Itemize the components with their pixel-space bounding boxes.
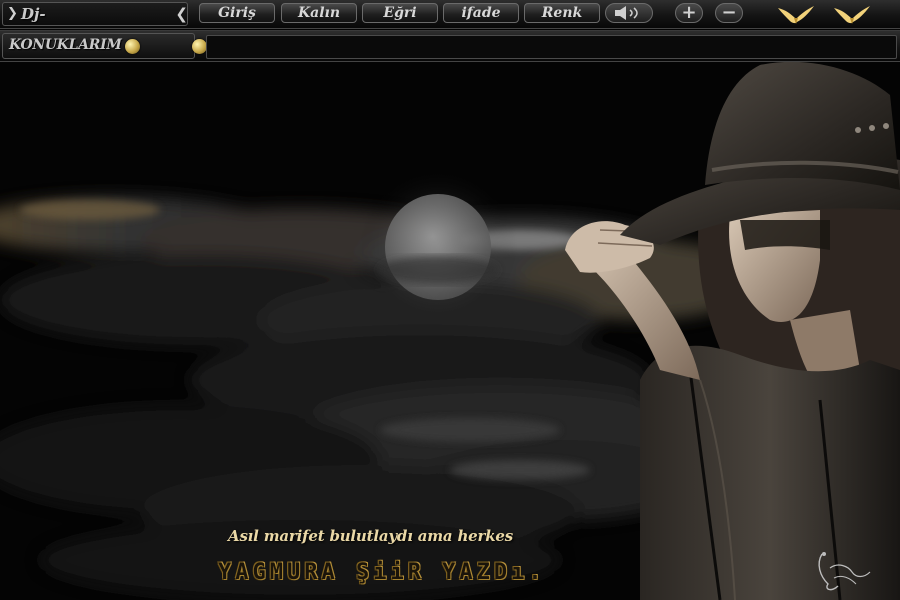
guests-label: KONUKLARIM (9, 37, 122, 53)
bold-button[interactable]: Kalın (281, 3, 357, 23)
zoom-out-icon[interactable]: − (715, 3, 743, 23)
bird-icon[interactable] (776, 2, 816, 26)
status-dot-icon (125, 39, 140, 54)
dj-field[interactable]: ❯ Dj- ❮ (2, 2, 188, 26)
emoticon-button[interactable]: ifade (443, 3, 519, 23)
status-dot-icon (192, 39, 207, 54)
italic-button[interactable]: Eğri (362, 3, 438, 23)
chat-input[interactable] (206, 35, 897, 59)
top-toolbar: ❯ Dj- ❮ Giriş Kalın Eğri ifade Renk + − (0, 0, 900, 29)
zoom-in-icon[interactable]: + (675, 3, 703, 23)
chevron-right-icon: ❯ (7, 6, 18, 21)
speaker-icon[interactable] (605, 3, 653, 23)
guests-panel[interactable]: KONUKLARIM (2, 33, 195, 59)
night-sky-artwork (0, 0, 900, 600)
quote-line-1: Asıl marifet bulutlaydı ama herkes (228, 527, 513, 545)
chevron-left-icon[interactable]: ❮ (175, 5, 188, 23)
guest-bar: KONUKLARIM (0, 30, 900, 62)
signature-icon (812, 548, 876, 594)
bird-icon[interactable] (832, 2, 872, 26)
color-button[interactable]: Renk (524, 3, 600, 23)
media-controls: + − (605, 3, 745, 23)
quote-line-2: YAGMURA ŞiiR YAZDı. (218, 560, 546, 585)
giris-button[interactable]: Giriş (199, 3, 275, 23)
dj-label: Dj- (21, 5, 46, 23)
